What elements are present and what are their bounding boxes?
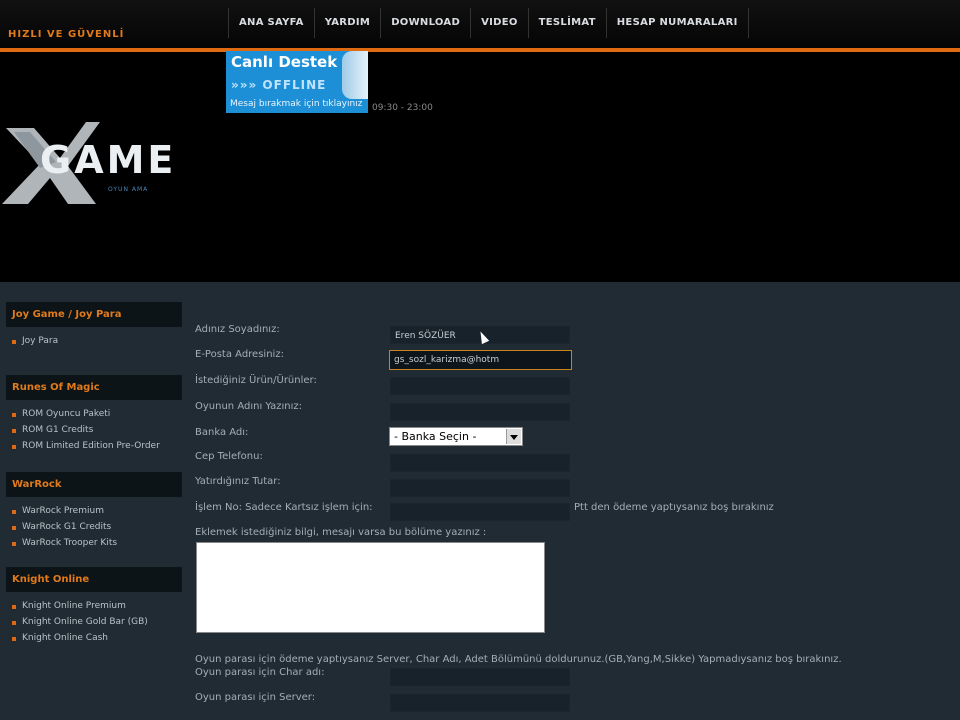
sidebar-link[interactable]: ROM G1 Credits [6, 422, 182, 438]
nav-video[interactable]: VIDEO [471, 8, 529, 38]
bank-select[interactable]: - Banka Seçin - [389, 427, 523, 446]
sidebar-category: Joy Game / Joy Para Joy Para [6, 302, 182, 349]
category-title: WarRock [6, 472, 182, 497]
nav-download[interactable]: DOWNLOAD [381, 8, 472, 38]
sidebar-category: WarRock WarRock Premium WarRock G1 Credi… [6, 472, 182, 551]
logo-wordmark: GAME [40, 138, 177, 182]
name-label: Adınız Soyadınız: [195, 324, 280, 335]
nav-home[interactable]: ANA SAYFA [228, 8, 315, 38]
sidebar-link[interactable]: Knight Online Gold Bar (GB) [6, 614, 182, 630]
sidebar-link[interactable]: Joy Para [6, 333, 182, 349]
bank-label: Banka Adı: [195, 427, 249, 438]
char-name-label: Oyun parası için Char adı: [195, 667, 325, 678]
phone-label: Cep Telefonu: [195, 451, 263, 462]
sidebar-link[interactable]: Knight Online Cash [6, 630, 182, 646]
product-field[interactable] [390, 377, 570, 395]
sidebar-link[interactable]: ROM Oyuncu Paketi [6, 406, 182, 422]
message-label: Eklemek istediğiniz bilgi, mesajı varsa … [195, 527, 487, 538]
support-status: »»» OFFLINE [231, 78, 327, 92]
live-support-widget[interactable]: Canlı Destek »»» OFFLINE Mesaj bırakmak … [226, 51, 368, 113]
nav-help[interactable]: YARDIM [315, 8, 382, 38]
game-name-label: Oyunun Adını Yazınız: [195, 401, 303, 412]
email-field[interactable]: gs_sozl_karizma@hotm [389, 350, 572, 370]
site-tagline: HIZLI VE GÜVENLİ [8, 29, 125, 40]
transaction-field[interactable] [390, 503, 570, 521]
category-title: Knight Online [6, 567, 182, 592]
game-name-field[interactable] [390, 403, 570, 421]
amount-label: Yatırdığınız Tutar: [195, 476, 281, 487]
support-message: Mesaj bırakmak için tıklayınız [230, 99, 363, 109]
support-hours: 09:30 - 23:00 [372, 103, 433, 113]
sidebar: Joy Game / Joy Para Joy Para Runes Of Ma… [6, 302, 182, 658]
support-title: Canlı Destek [231, 53, 338, 71]
product-label: İstediğiniz Ürün/Ürünler: [195, 375, 317, 386]
email-label: E-Posta Adresiniz: [195, 349, 284, 360]
category-title: Runes Of Magic [6, 375, 182, 400]
chevron-down-icon [506, 429, 521, 444]
category-title: Joy Game / Joy Para [6, 302, 182, 327]
sidebar-link[interactable]: WarRock G1 Credits [6, 519, 182, 535]
transaction-note: Ptt den ödeme yaptıysanız boş bırakınız [574, 502, 774, 513]
sidebar-link[interactable]: Knight Online Premium [6, 598, 182, 614]
amount-field[interactable] [390, 479, 570, 497]
site-logo[interactable]: GAME OYUN AMA [0, 118, 200, 208]
char-name-field[interactable] [390, 668, 570, 686]
nav-delivery[interactable]: TESLİMAT [529, 8, 607, 38]
sidebar-link[interactable]: WarRock Trooper Kits [6, 535, 182, 551]
sidebar-link[interactable]: WarRock Premium [6, 503, 182, 519]
top-bar: HIZLI VE GÜVENLİ ANA SAYFA YARDIM DOWNLO… [0, 0, 960, 48]
server-field[interactable] [390, 694, 570, 712]
message-textarea[interactable] [196, 542, 545, 633]
server-label: Oyun parası için Server: [195, 692, 316, 703]
transaction-label: İşlem No: Sadece Kartsız işlem için: [195, 502, 373, 513]
sidebar-link[interactable]: ROM Limited Edition Pre-Order [6, 438, 182, 454]
phone-field[interactable] [390, 454, 570, 472]
game-money-note: Oyun parası için ödeme yaptıysanız Serve… [195, 654, 842, 665]
nav-bank-accounts[interactable]: HESAP NUMARALARI [607, 8, 749, 38]
sidebar-category: Knight Online Knight Online Premium Knig… [6, 567, 182, 646]
sidebar-category: Runes Of Magic ROM Oyuncu Paketi ROM G1 … [6, 375, 182, 454]
support-agent-image [342, 51, 368, 99]
bank-select-value: - Banka Seçin - [394, 430, 477, 443]
logo-subtext: OYUN AMA [108, 186, 149, 193]
main-nav: ANA SAYFA YARDIM DOWNLOAD VIDEO TESLİMAT… [228, 8, 749, 38]
